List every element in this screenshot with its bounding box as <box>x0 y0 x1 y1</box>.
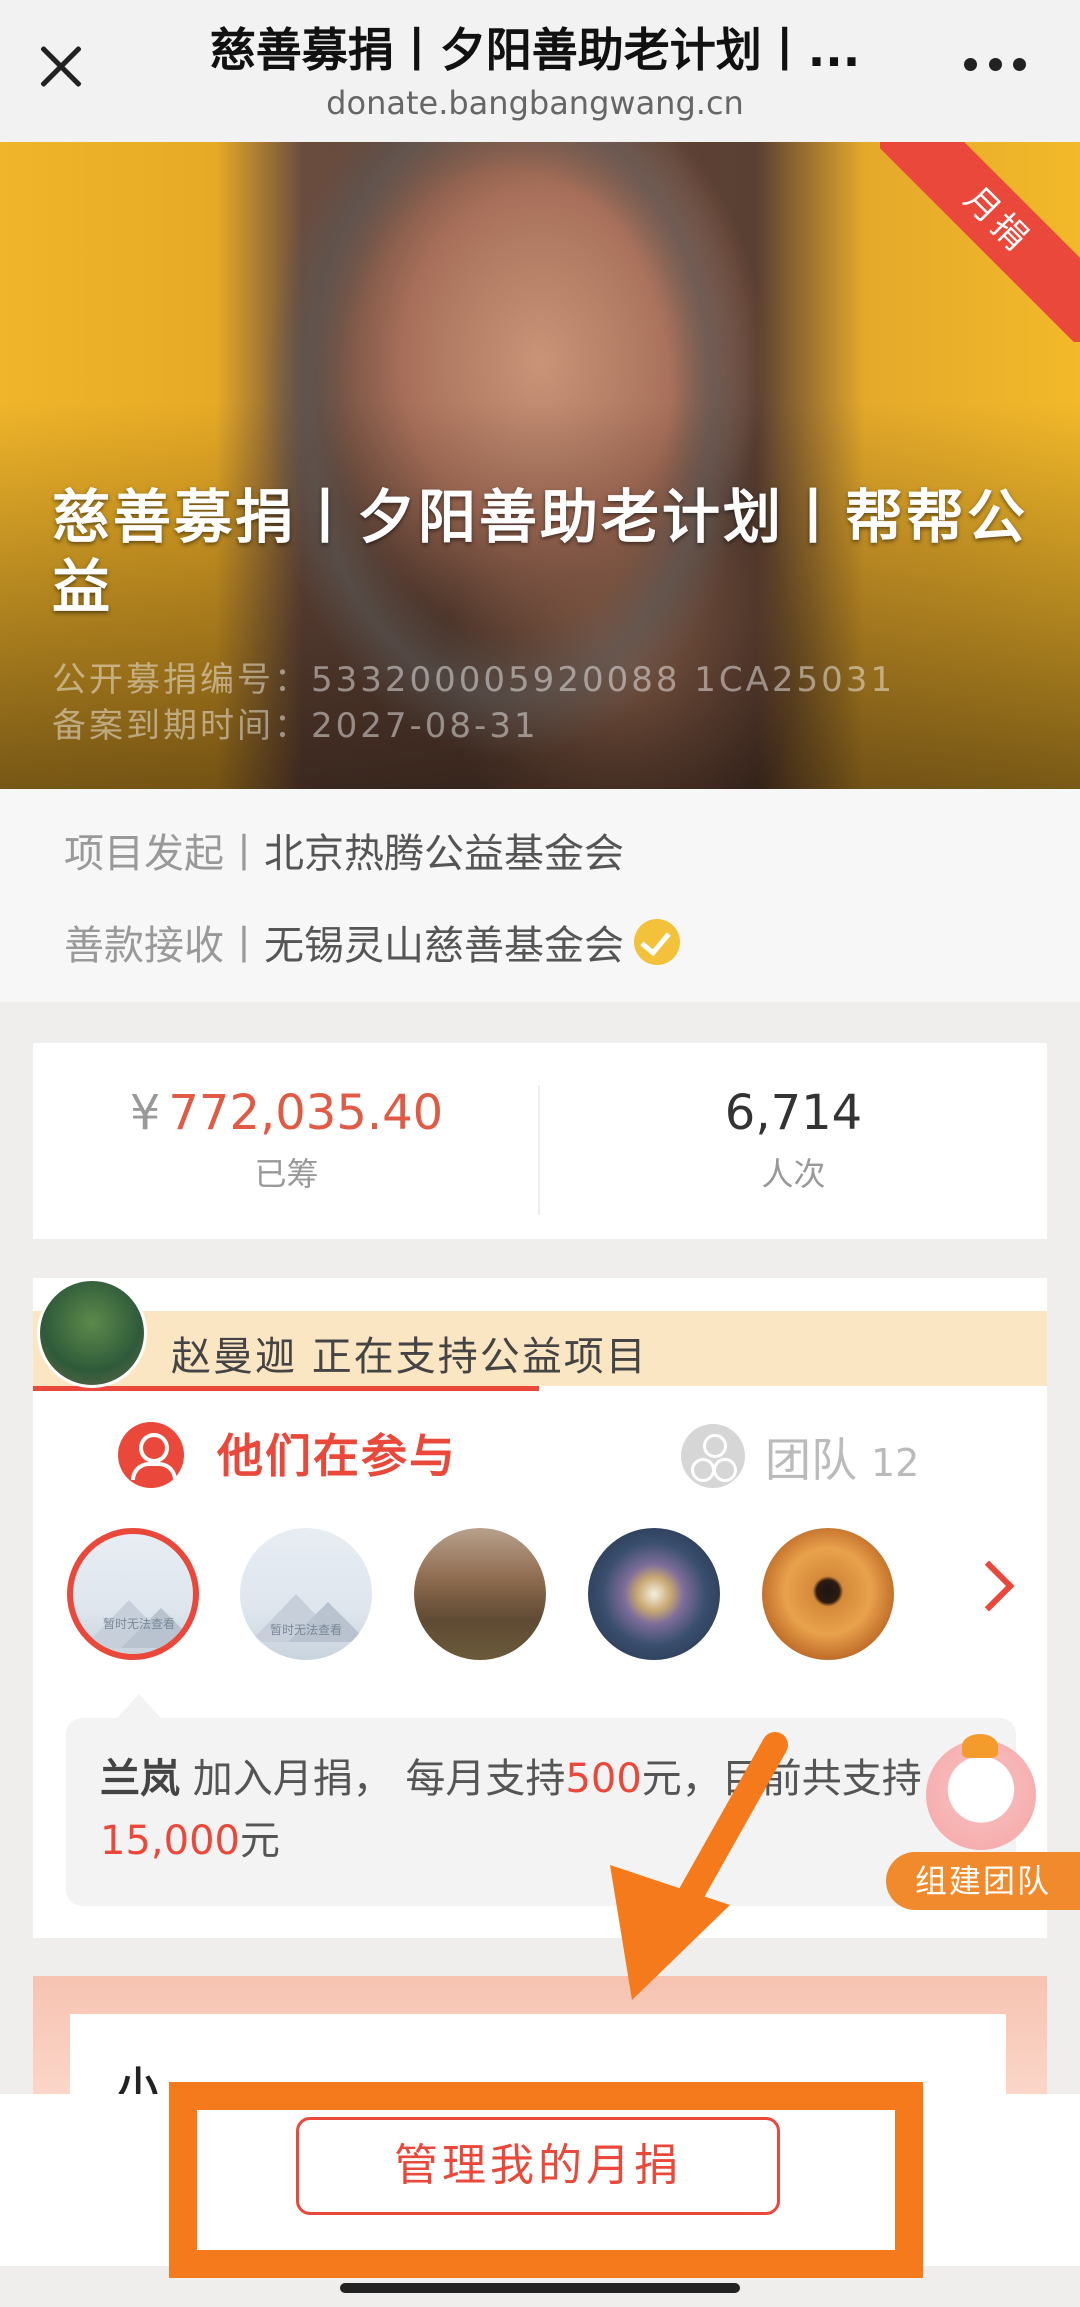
avatar-placeholder-text: 暂时无法查看 <box>269 1623 342 1637</box>
annotation-arrow <box>610 1732 788 2000</box>
avatar-placeholder-text: 暂时无法查看 <box>102 1617 175 1631</box>
annotation-arrow-head <box>610 1865 730 2000</box>
